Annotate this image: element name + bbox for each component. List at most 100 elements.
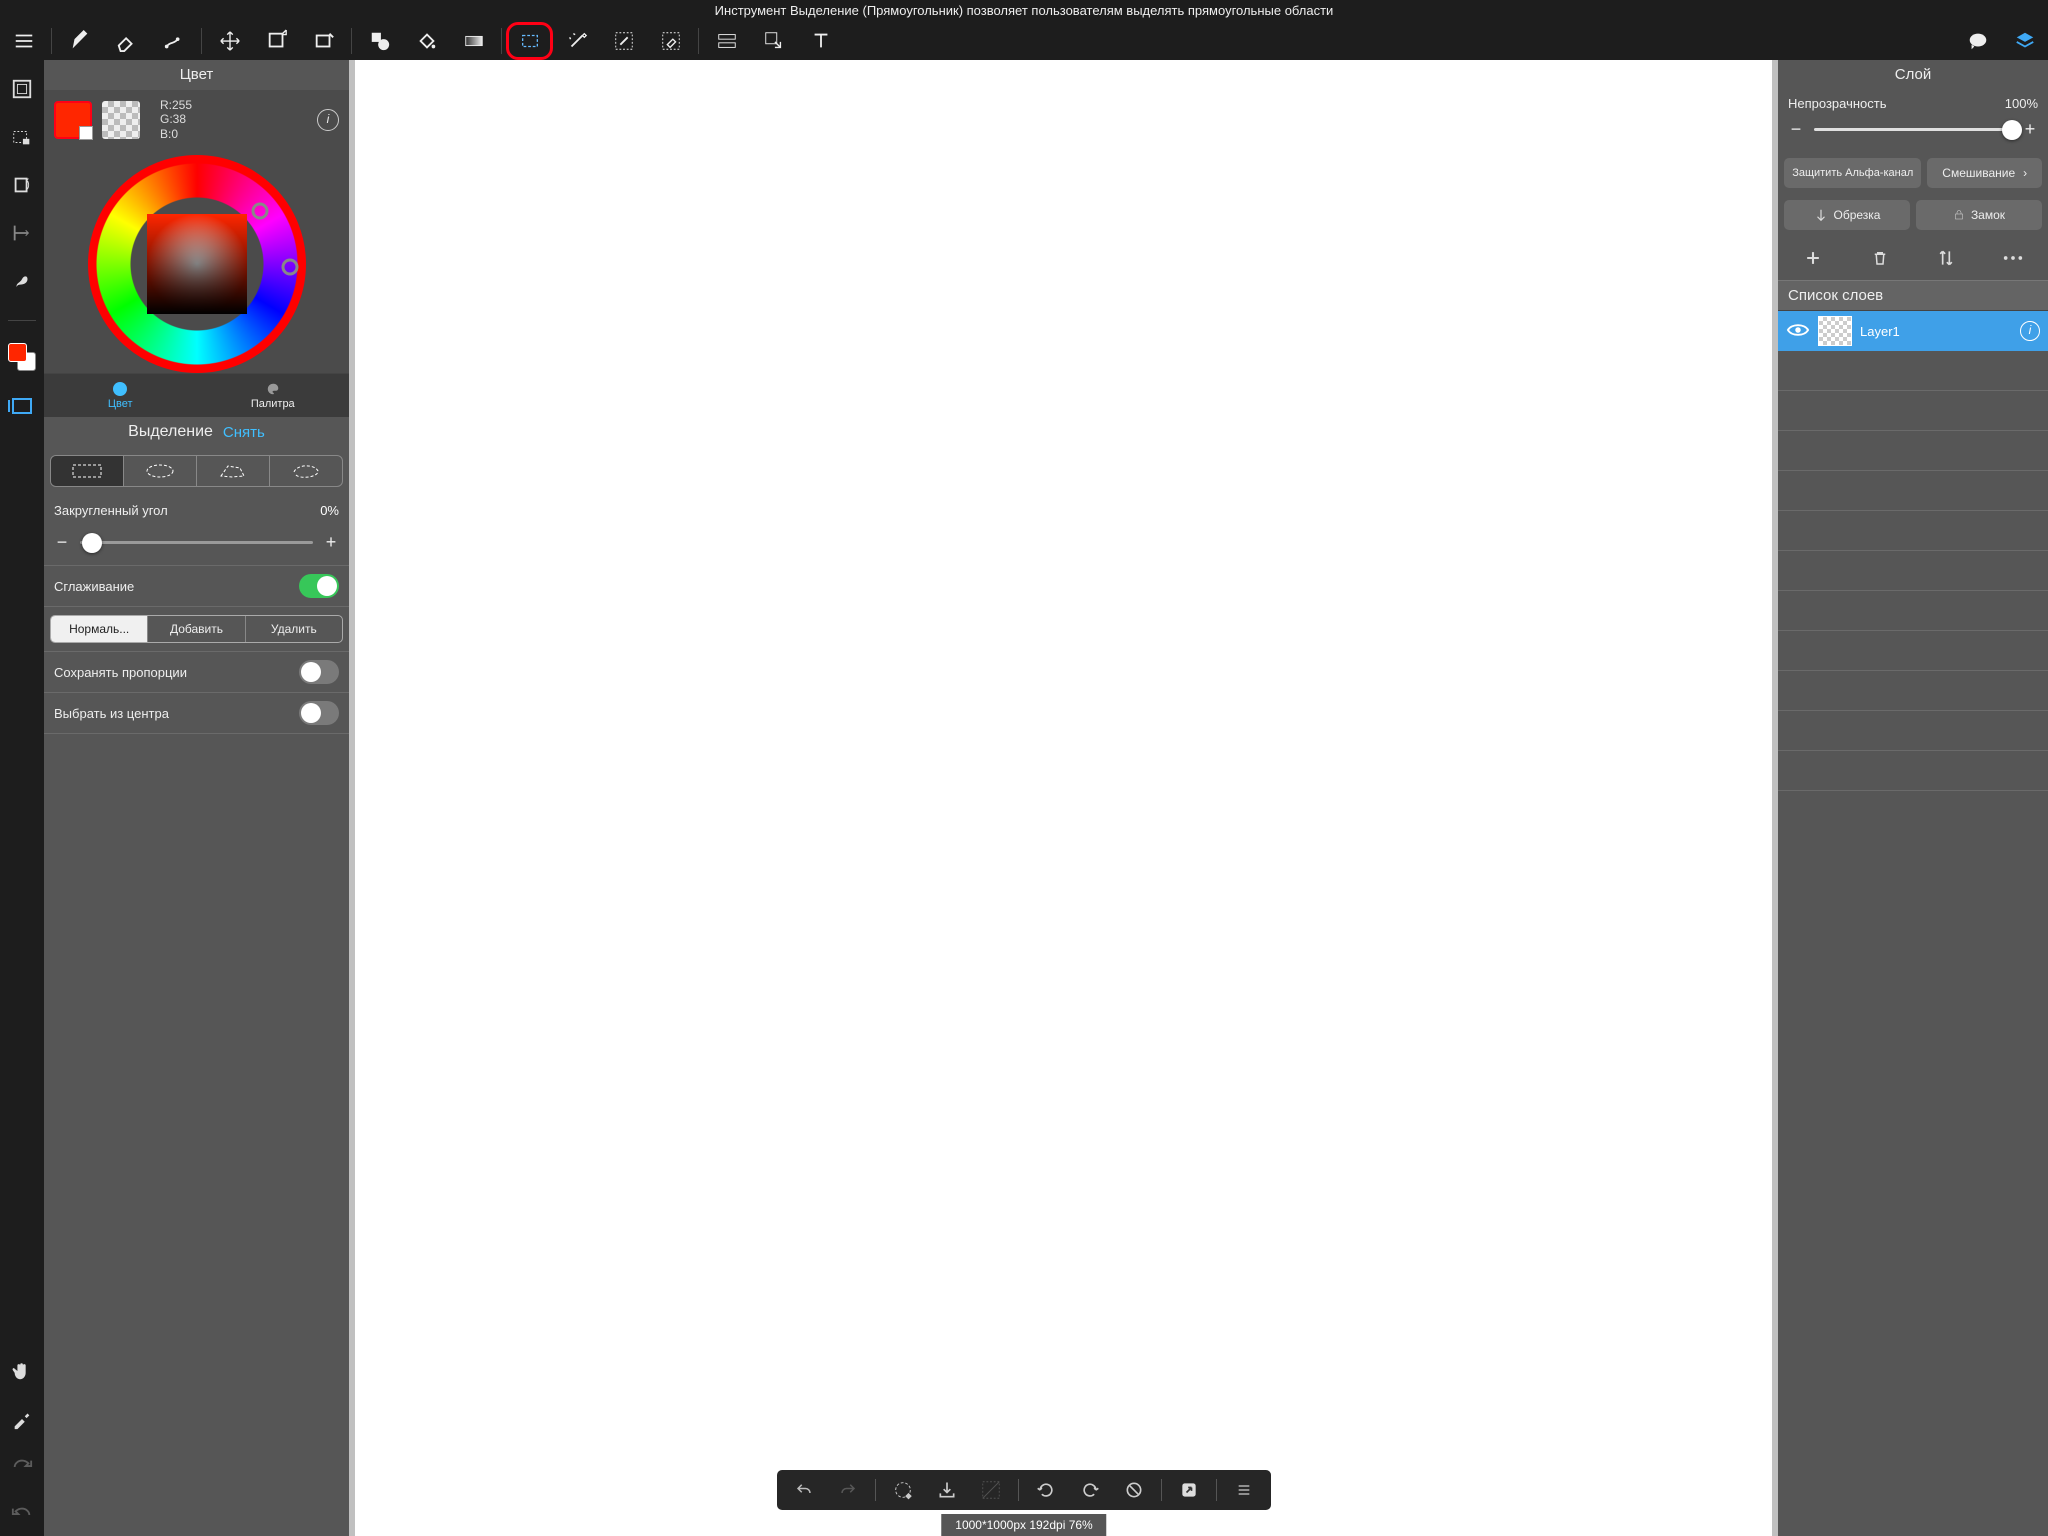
selection-shape-segments xyxy=(50,455,343,487)
lock-button[interactable]: Замок xyxy=(1916,200,2042,230)
plus-icon[interactable]: + xyxy=(2022,119,2038,140)
opacity-value: 100% xyxy=(2005,96,2038,111)
color-swatch-row: R:255G:38B:0 i xyxy=(44,90,349,149)
shape-poly-icon[interactable] xyxy=(197,456,270,486)
antialias-switch[interactable] xyxy=(299,574,339,598)
minus-icon[interactable]: − xyxy=(54,532,70,553)
plus-icon[interactable]: + xyxy=(323,532,339,553)
canvas[interactable] xyxy=(355,60,1772,1536)
crop-button[interactable]: Обрезка xyxy=(1784,200,1910,230)
delete-layer-icon[interactable] xyxy=(1847,240,1914,276)
from-center-switch[interactable] xyxy=(299,701,339,725)
hand-tool-icon[interactable] xyxy=(7,1356,37,1386)
magic-wand-tool-icon[interactable] xyxy=(553,22,600,60)
reset-rotation-icon[interactable] xyxy=(1115,1471,1153,1509)
layer-slot xyxy=(1778,511,2048,551)
canvas-frame-icon[interactable] xyxy=(7,74,37,104)
text-tool-icon[interactable] xyxy=(797,22,844,60)
smudge-tool-icon[interactable] xyxy=(150,22,197,60)
canvas-area[interactable] xyxy=(349,60,1778,1536)
tab-color[interactable]: Цвет xyxy=(44,374,197,417)
layer-slot xyxy=(1778,751,2048,791)
rotate-ccw-icon[interactable] xyxy=(1027,1471,1065,1509)
undo-bar-icon[interactable] xyxy=(785,1471,823,1509)
ruler-tool-icon[interactable] xyxy=(703,22,750,60)
eraser-tool-icon[interactable] xyxy=(103,22,150,60)
move-tool-icon[interactable] xyxy=(206,22,253,60)
protect-alpha-button[interactable]: Защитить Альфа-канал xyxy=(1784,158,1921,188)
save-selection-icon[interactable] xyxy=(928,1471,966,1509)
mode-subtract[interactable]: Удалить xyxy=(246,616,342,642)
corner-label: Закругленный угол xyxy=(54,503,314,518)
tab-palette[interactable]: Палитра xyxy=(197,374,350,417)
transform-tool-icon[interactable] xyxy=(253,22,300,60)
secondary-color-swatch[interactable] xyxy=(102,101,140,139)
color-wheel[interactable] xyxy=(44,149,349,373)
selection-panel-header: Выделение Снять xyxy=(44,417,349,447)
keep-ratio-switch[interactable] xyxy=(299,660,339,684)
eyedropper-icon[interactable] xyxy=(7,1404,37,1434)
opacity-slider[interactable]: − + xyxy=(1778,113,2048,152)
rotate-cw-icon[interactable] xyxy=(1071,1471,1109,1509)
reorder-layer-icon[interactable] xyxy=(1913,240,1980,276)
undo-icon[interactable] xyxy=(7,1500,37,1530)
window-icon[interactable] xyxy=(7,389,37,419)
layer-slot xyxy=(1778,351,2048,391)
chat-icon[interactable] xyxy=(1954,22,2001,60)
selection-eraser-icon[interactable] xyxy=(647,22,694,60)
add-layer-icon[interactable] xyxy=(1780,240,1847,276)
corner-row: Закругленный угол 0% xyxy=(44,495,349,526)
visibility-icon[interactable] xyxy=(1786,322,1810,341)
layers-panel: Слой Непрозрачность 100% − + Защитить Ал… xyxy=(1778,60,2048,1536)
keep-ratio-row: Сохранять пропорции xyxy=(44,652,349,693)
shape-ellipse-icon[interactable] xyxy=(124,456,197,486)
blend-button[interactable]: Смешивание› xyxy=(1927,158,2042,188)
shape-tool-icon[interactable] xyxy=(356,22,403,60)
more-layer-icon[interactable] xyxy=(1980,240,2047,276)
invert-selection-icon[interactable] xyxy=(972,1471,1010,1509)
layer-item[interactable]: Layer1 i xyxy=(1778,311,2048,351)
layer-info-icon[interactable]: i xyxy=(2020,321,2040,341)
fullscreen-icon[interactable] xyxy=(1170,1471,1208,1509)
shape-rect-icon[interactable] xyxy=(51,456,124,486)
layer-thumb xyxy=(1818,316,1852,346)
layer-list-title: Список слоев xyxy=(1778,280,2048,311)
primary-color-swatch[interactable] xyxy=(54,101,92,139)
layer-slot xyxy=(1778,551,2048,591)
rect-select-tool-icon[interactable] xyxy=(506,22,553,60)
left-panel: Цвет R:255G:38B:0 i xyxy=(44,60,349,1536)
color-info-icon[interactable]: i xyxy=(317,109,339,131)
left-rail-bottom xyxy=(0,1356,44,1530)
brush-preset-icon[interactable] xyxy=(7,266,37,296)
brush-tool-icon[interactable] xyxy=(56,22,103,60)
crop-tool-icon[interactable] xyxy=(300,22,347,60)
hamburger-icon[interactable] xyxy=(0,22,47,60)
keep-ratio-label: Сохранять пропорции xyxy=(54,665,299,680)
mode-add[interactable]: Добавить xyxy=(148,616,245,642)
redo-bar-icon[interactable] xyxy=(829,1471,867,1509)
bucket-tool-icon[interactable] xyxy=(403,22,450,60)
selection-brush-icon[interactable] xyxy=(600,22,647,60)
cursor-tool-icon[interactable] xyxy=(750,22,797,60)
layer-slot xyxy=(1778,711,2048,751)
corner-value: 0% xyxy=(320,503,339,518)
canvas-status: 1000*1000px 192dpi 76% xyxy=(941,1514,1106,1536)
redo-icon[interactable] xyxy=(7,1452,37,1482)
top-toolbar xyxy=(0,22,2048,60)
corner-slider[interactable]: − + xyxy=(44,526,349,566)
layers-toggle-icon[interactable] xyxy=(2001,22,2048,60)
from-center-label: Выбрать из центра xyxy=(54,706,299,721)
transform-selection-icon[interactable] xyxy=(884,1471,922,1509)
from-center-row: Выбрать из центра xyxy=(44,693,349,734)
quickmask-icon[interactable] xyxy=(7,122,37,152)
shape-lasso-icon[interactable] xyxy=(270,456,342,486)
minus-icon[interactable]: − xyxy=(1788,119,1804,140)
context-menu-icon[interactable] xyxy=(1225,1471,1263,1509)
canvas-context-bar xyxy=(777,1470,1271,1510)
flip-icon[interactable] xyxy=(7,218,37,248)
rotate-icon[interactable] xyxy=(7,170,37,200)
color-swatch[interactable] xyxy=(8,343,36,371)
mode-normal[interactable]: Нормаль... xyxy=(51,616,148,642)
gradient-tool-icon[interactable] xyxy=(450,22,497,60)
deselect-button[interactable]: Снять xyxy=(223,424,265,441)
